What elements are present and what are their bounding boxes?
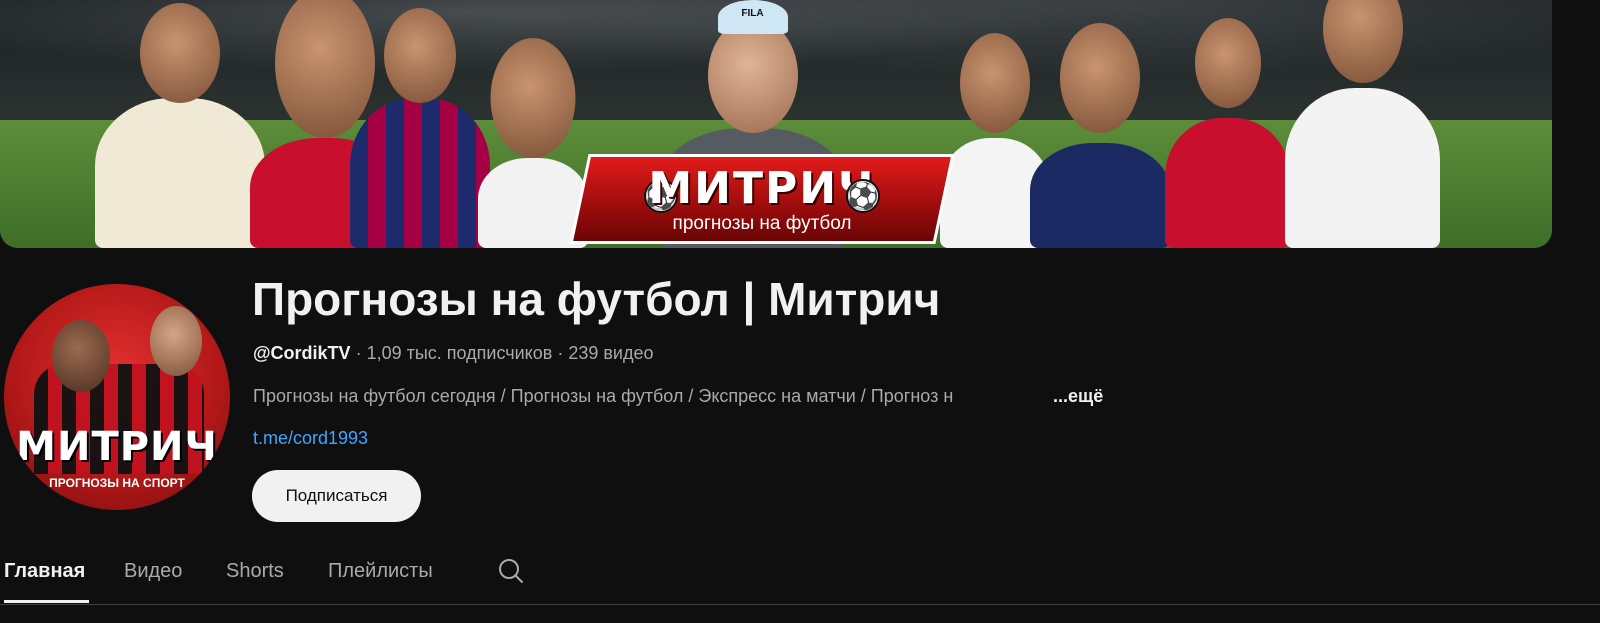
meta-separator: · — [557, 343, 564, 363]
football-icon: ⚽ — [846, 179, 880, 213]
banner-logo: ⚽ МИТРИЧ ⚽ прогнозы на футбол — [569, 154, 955, 244]
banner-player — [350, 8, 490, 248]
avatar-title: МИТРИЧ — [16, 424, 218, 470]
search-icon[interactable] — [496, 556, 526, 586]
banner-player — [95, 3, 265, 248]
avatar-subtitle: ПРОГНОЗЫ НА СПОРТ — [49, 476, 185, 490]
tab-playlists[interactable]: Плейлисты — [328, 560, 433, 583]
channel-description[interactable]: Прогнозы на футбол сегодня / Прогнозы на… — [253, 386, 1103, 407]
cap-text: FILA — [741, 8, 764, 19]
channel-banner: FILA ⚽ МИТРИЧ ⚽ прогнозы на футбол — [0, 0, 1552, 248]
presenter-cap: FILA — [717, 0, 788, 34]
description-text: Прогнозы на футбол сегодня / Прогнозы на… — [253, 386, 954, 406]
banner-logo-subtitle: прогнозы на футбол — [672, 213, 852, 234]
tab-videos[interactable]: Видео — [124, 560, 182, 583]
channel-handle: @CordikTV — [253, 343, 351, 363]
banner-player — [1030, 23, 1170, 248]
banner-player — [1285, 0, 1440, 248]
channel-link[interactable]: t.me/cord1993 — [253, 428, 368, 449]
channel-meta: @CordikTV · 1,09 тыс. подписчиков · 239 виде… — [253, 343, 654, 364]
channel-avatar[interactable]: МИТРИЧ ПРОГНОЗЫ НА СПОРТ — [4, 284, 230, 510]
banner-logo-title: МИТРИЧ — [648, 163, 876, 214]
subscribe-button[interactable]: Подписаться — [252, 470, 421, 522]
channel-tabs: Главная Видео Shorts Плейлисты — [0, 548, 1600, 605]
channel-page: FILA ⚽ МИТРИЧ ⚽ прогнозы на футбол МИТРИ… — [0, 0, 1600, 623]
active-tab-indicator — [4, 600, 89, 603]
banner-player — [1165, 18, 1290, 248]
video-count: 239 видео — [568, 343, 654, 363]
more-button[interactable]: ...ещё — [1053, 386, 1103, 407]
avatar-player — [150, 306, 202, 376]
meta-separator: · — [355, 343, 362, 363]
tab-home[interactable]: Главная — [4, 560, 85, 583]
avatar-player — [52, 320, 110, 392]
channel-title: Прогнозы на футбол | Митрич — [252, 273, 941, 325]
subscriber-count: 1,09 тыс. подписчиков — [366, 343, 553, 363]
tab-shorts[interactable]: Shorts — [226, 560, 284, 583]
